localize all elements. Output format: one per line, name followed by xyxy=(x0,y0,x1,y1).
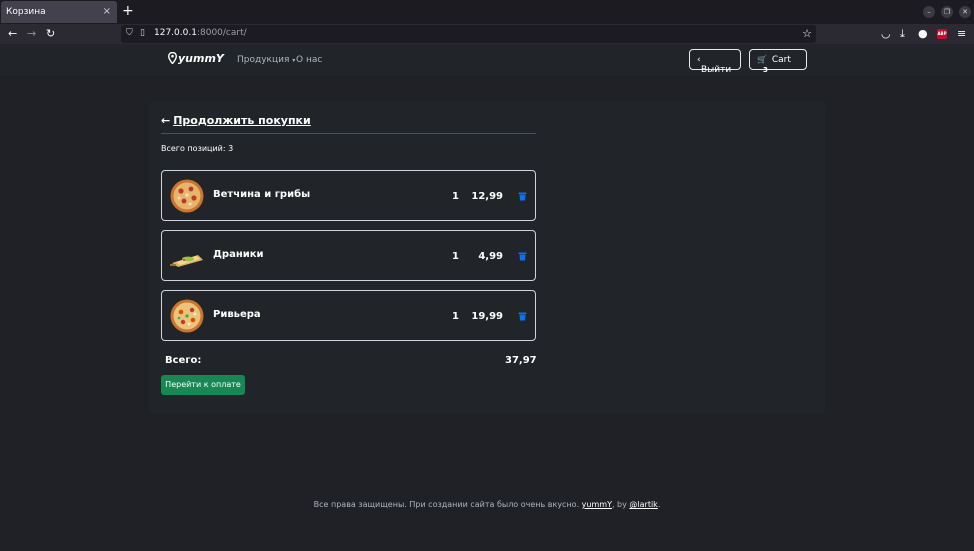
shield-icon[interactable]: ⛉ xyxy=(126,28,133,38)
items-count: Всего позиций: 3 xyxy=(161,144,234,153)
item-name[interactable]: Ривьера xyxy=(213,309,261,320)
trash-icon[interactable] xyxy=(518,312,527,321)
item-quantity: 1 xyxy=(452,311,459,322)
menu-icon[interactable]: ≡ xyxy=(957,27,966,40)
trash-icon[interactable] xyxy=(518,252,527,261)
draniki-image xyxy=(170,255,203,267)
browser-tab[interactable]: Корзина × xyxy=(1,1,117,23)
browser-toolbar: ← → ↻ ⛉ ▯ 127.0.0.1:8000/cart/ ☆ ◡ ⤓ ● A… xyxy=(0,24,974,44)
browser-tabbar: Корзина × + – ❐ ✕ xyxy=(0,0,974,24)
restore-icon[interactable]: ❐ xyxy=(941,6,953,18)
item-price: 12,99 xyxy=(471,191,503,202)
download-icon[interactable]: ⤓ xyxy=(900,27,905,41)
map-pin-icon xyxy=(168,52,177,64)
divider xyxy=(161,133,536,134)
cart-item: Ветчина и грибы 1 12,99 xyxy=(161,170,536,221)
new-tab-button[interactable]: + xyxy=(122,3,134,19)
item-price: 19,99 xyxy=(471,311,503,322)
pizza-image xyxy=(170,179,204,213)
page-icon[interactable]: ▯ xyxy=(140,28,145,38)
arrow-left-icon: ← xyxy=(161,114,171,127)
total-value: 37,97 xyxy=(505,355,537,366)
continue-shopping-link[interactable]: ← Продолжить покупки xyxy=(161,114,311,127)
adblock-icon[interactable]: ABP xyxy=(937,29,947,39)
brand-logo[interactable]: yummY xyxy=(168,52,224,65)
footer-by-text: , by xyxy=(611,500,630,509)
caret-down-icon: ▾ xyxy=(292,57,296,64)
info-icon[interactable]: ● xyxy=(918,27,928,40)
item-name[interactable]: Ветчина и грибы xyxy=(213,189,310,200)
cart-icon: 🛒 xyxy=(757,55,767,64)
site-header: yummY Продукция ▾ О нас ‹ Выйти 🛒 Cart 3 xyxy=(0,44,974,76)
total-label: Всего: xyxy=(165,355,202,366)
brand-name: yummY xyxy=(178,52,224,65)
tab-close-icon[interactable]: × xyxy=(103,6,111,17)
nav-products-dropdown[interactable]: Продукция ▾ xyxy=(237,55,295,65)
bookmark-star-icon[interactable]: ☆ xyxy=(802,27,812,40)
nav-about-link[interactable]: О нас xyxy=(296,55,322,65)
footer-end-text: . xyxy=(657,500,661,509)
site-footer: Все права защищены. При создании сайта б… xyxy=(0,500,974,509)
item-quantity: 1 xyxy=(452,191,459,202)
logout-button[interactable]: ‹ Выйти xyxy=(689,49,741,75)
pocket-icon[interactable]: ◡ xyxy=(881,27,891,40)
footer-author-link[interactable]: @lartik xyxy=(629,500,657,509)
cart-count-badge: 3 xyxy=(763,66,768,74)
reload-icon[interactable]: ↻ xyxy=(46,27,55,40)
minimize-icon[interactable]: – xyxy=(923,6,935,18)
pizza-image xyxy=(170,299,204,333)
forward-arrow-icon[interactable]: → xyxy=(27,27,36,40)
footer-brand-link[interactable]: yummY xyxy=(582,500,612,509)
item-name[interactable]: Драники xyxy=(213,249,264,260)
cart-card: ← Продолжить покупки Всего позиций: 3 Вет… xyxy=(150,101,825,414)
cart-item: Драники 1 4,99 xyxy=(161,230,536,281)
cart-button[interactable]: 🛒 Cart 3 xyxy=(749,49,807,74)
chevron-left-icon: ‹ xyxy=(697,55,701,65)
item-price: 4,99 xyxy=(478,251,503,262)
url-bar[interactable]: ⛉ ▯ 127.0.0.1:8000/cart/ ☆ xyxy=(121,25,816,43)
back-arrow-icon[interactable]: ← xyxy=(8,27,17,40)
footer-text: Все права защищены. При создании сайта б… xyxy=(313,500,582,509)
trash-icon[interactable] xyxy=(518,192,527,201)
tab-title: Корзина xyxy=(6,7,46,17)
checkout-button[interactable]: Перейти к оплате xyxy=(161,375,245,395)
window-close-icon[interactable]: ✕ xyxy=(959,6,971,18)
item-quantity: 1 xyxy=(452,251,459,262)
cart-item: Ривьера 1 19,99 xyxy=(161,290,536,341)
url-text[interactable]: 127.0.0.1:8000/cart/ xyxy=(154,28,247,38)
